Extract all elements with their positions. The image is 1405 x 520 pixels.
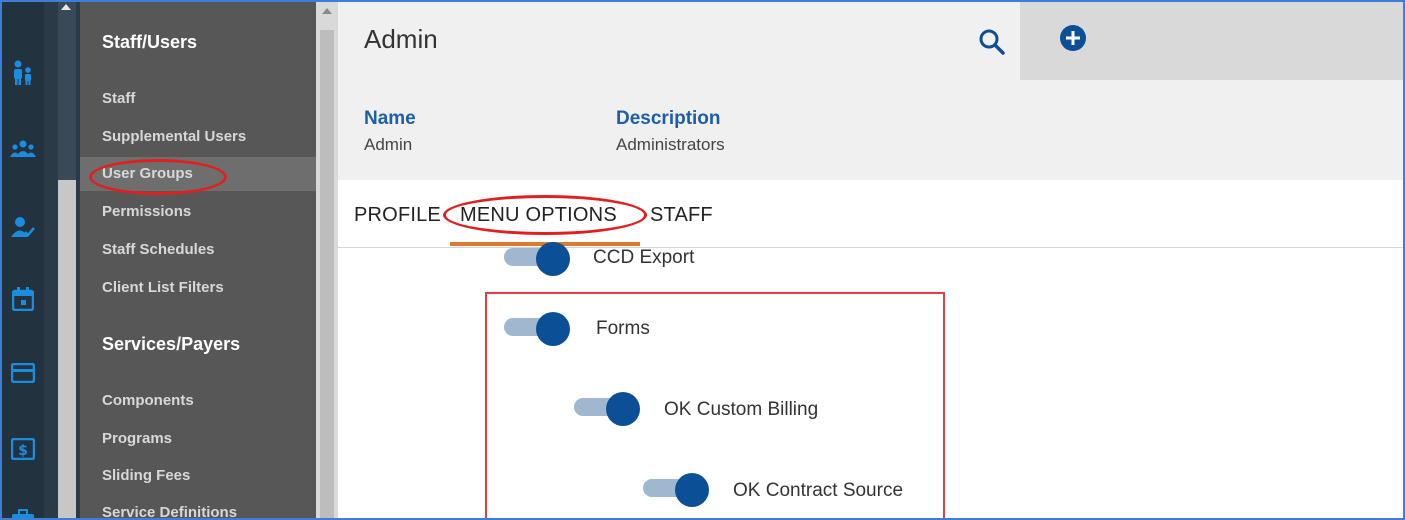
menu-scroll-thumb[interactable] (320, 30, 334, 518)
app-window: $ Staff/Users Staff Supplemental Users U… (0, 0, 1405, 520)
scroll-up-arrow-icon[interactable] (322, 8, 332, 14)
description-value: Administrators (616, 135, 725, 154)
annotation-oval-user-groups (89, 159, 227, 195)
name-label: Name (364, 108, 416, 129)
menu-item-staff-schedules[interactable]: Staff Schedules (80, 233, 316, 267)
menu-item-service-definitions[interactable]: Service Definitions (80, 496, 316, 518)
group-icon[interactable] (10, 136, 36, 162)
menu-item-sliding-fees[interactable]: Sliding Fees (80, 459, 316, 493)
page-title: Admin (364, 24, 438, 54)
description-label: Description (616, 108, 721, 129)
billing-icon[interactable]: $ (10, 436, 36, 462)
menu-item-staff[interactable]: Staff (80, 82, 316, 116)
menu-item-supplemental-users[interactable]: Supplemental Users (80, 120, 316, 154)
detail-header: Admin Name Admin Description Administrat… (338, 2, 1403, 180)
settings-menu: Staff/Users Staff Supplemental Users Use… (80, 2, 316, 518)
family-icon[interactable] (10, 60, 36, 86)
rail-scrollbar[interactable] (44, 2, 80, 518)
menu-item-components[interactable]: Components (80, 384, 316, 418)
calendar-icon[interactable] (10, 286, 36, 312)
menu-item-permissions[interactable]: Permissions (80, 195, 316, 229)
add-icon[interactable] (1059, 24, 1087, 52)
search-icon[interactable] (978, 28, 1006, 56)
section-title-staff-users: Staff/Users (102, 32, 198, 52)
toggle-label-ccd-export: CCD Export (593, 247, 695, 268)
annotation-highlight-box (485, 292, 945, 518)
menu-item-programs[interactable]: Programs (80, 422, 316, 456)
briefcase-icon[interactable] (10, 506, 36, 518)
rail-scroll-thumb[interactable] (58, 180, 76, 518)
name-value: Admin (364, 135, 413, 154)
section-title-services-payers: Services/Payers (102, 334, 241, 354)
menu-scrollbar[interactable] (316, 2, 338, 518)
tab-staff[interactable]: STAFF (650, 204, 713, 227)
svg-text:$: $ (18, 443, 28, 459)
scroll-up-arrow-icon[interactable] (61, 4, 71, 10)
annotation-oval-menu-options (443, 195, 647, 235)
user-check-icon[interactable] (10, 214, 36, 240)
tab-profile[interactable]: PROFILE (354, 204, 441, 227)
icon-rail: $ (2, 2, 44, 518)
card-icon[interactable] (10, 360, 36, 386)
menu-item-client-list-filters[interactable]: Client List Filters (80, 271, 316, 305)
